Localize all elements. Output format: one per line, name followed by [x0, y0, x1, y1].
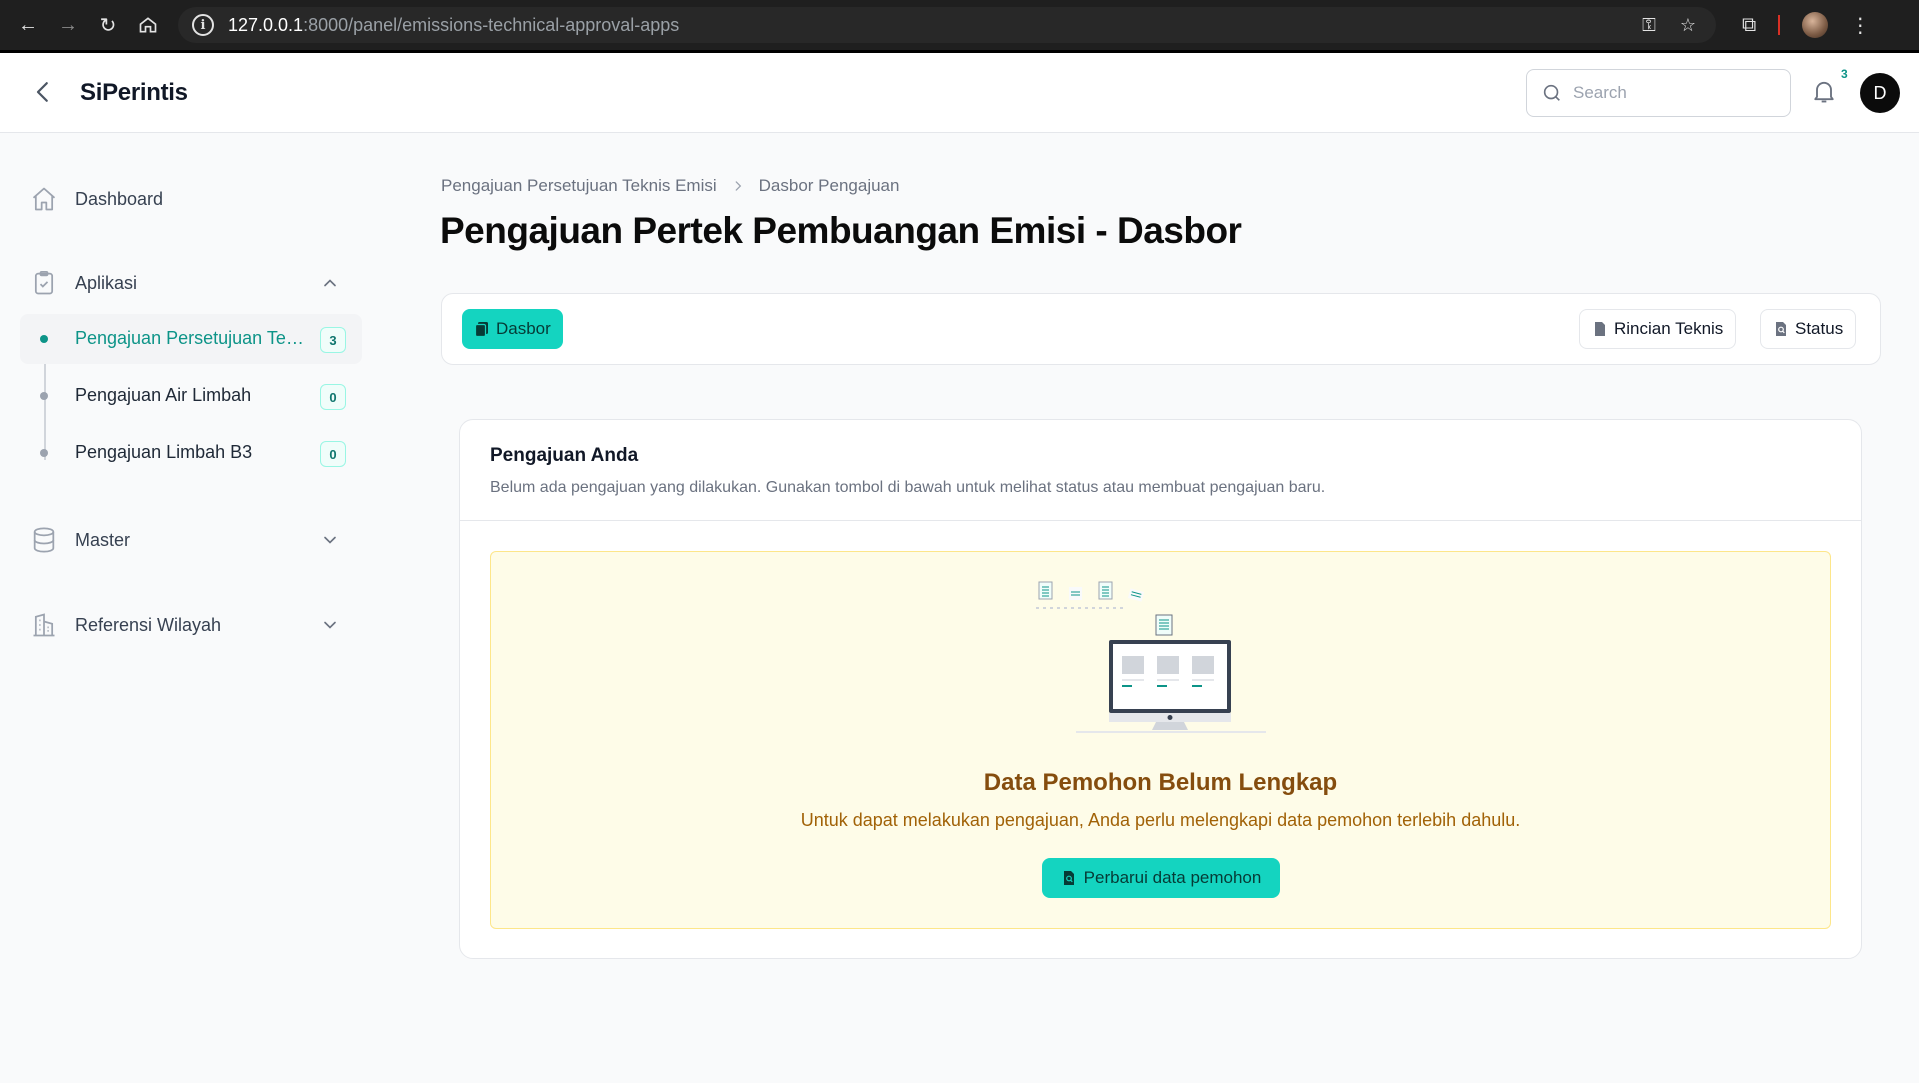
notice-title: Data Pemohon Belum Lengkap [983, 769, 1338, 796]
sidebar-item-dashboard[interactable]: Dashboard [20, 174, 360, 224]
sidebar-item-pengajuan-emisi[interactable]: Pengajuan Persetujuan Teknis Emisi 3 [20, 314, 362, 364]
breadcrumb-link[interactable]: Pengajuan Persetujuan Teknis Emisi [441, 176, 717, 196]
browser-reload-icon[interactable]: ↻ [88, 5, 128, 45]
bullet-dot [40, 449, 48, 457]
bookmark-star-icon[interactable]: ☆ [1680, 15, 1696, 36]
chevron-down-icon [324, 621, 336, 629]
divider [1778, 15, 1781, 35]
tab-label: Dasbor [496, 319, 551, 338]
document-duplicate-icon [474, 322, 488, 337]
search-icon [1543, 84, 1560, 101]
tab-label: Status [1795, 319, 1844, 338]
card-description: Belum ada pengajuan yang dilakukan. Guna… [490, 479, 1326, 496]
tab-rincian-teknis[interactable]: Rincian Teknis [1579, 309, 1737, 349]
sidebar-group-referensi-wilayah[interactable]: Referensi Wilayah [20, 600, 360, 650]
clipboard-check-icon [34, 271, 54, 295]
global-search[interactable] [1526, 69, 1791, 117]
sidebar-item-limbah-b3[interactable]: Pengajuan Limbah B3 0 [20, 428, 362, 478]
breadcrumb: Pengajuan Persetujuan Teknis Emisi Dasbo… [441, 176, 899, 196]
sidebar-item-air-limbah[interactable]: Pengajuan Air Limbah 0 [20, 371, 362, 421]
count-badge: 3 [320, 327, 346, 353]
sidebar-item-label: Dashboard [75, 188, 164, 209]
notifications-bell-icon[interactable] [1810, 77, 1840, 107]
submissions-card: Pengajuan Anda Belum ada pengajuan yang … [459, 419, 1862, 959]
sidebar-item-label: Pengajuan Air Limbah [75, 385, 252, 405]
page-tabs: Dasbor Rincian Teknis Status [441, 293, 1881, 365]
home-icon [32, 187, 56, 211]
sidebar-item-label: Pengajuan Limbah B3 [75, 442, 253, 462]
card-header: Pengajuan Anda Belum ada pengajuan yang … [460, 420, 1861, 521]
chevron-down-icon [324, 536, 336, 544]
tab-label: Rincian Teknis [1614, 319, 1724, 338]
update-applicant-data-button[interactable]: Perbarui data pemohon [1042, 858, 1280, 898]
tab-status[interactable]: Status [1760, 309, 1857, 349]
app-brand[interactable]: SiPerintis [80, 79, 188, 107]
document-magnifier-icon [1776, 322, 1786, 336]
notice-description: Untuk dapat melakukan pengajuan, Anda pe… [800, 810, 1521, 830]
card-title: Pengajuan Anda [490, 445, 639, 466]
address-bar[interactable]: i 127.0.0.1:8000/panel/emissions-technic… [178, 7, 1716, 43]
document-magnifier-icon [1063, 871, 1074, 885]
password-key-icon[interactable]: ⚿ [1642, 15, 1656, 36]
site-info-icon[interactable]: i [192, 14, 214, 36]
sidebar-group-label: Aplikasi [75, 272, 138, 293]
sidebar-group-label: Referensi Wilayah [75, 614, 222, 635]
computer-documents-illustration [1036, 581, 1266, 733]
document-icon [1595, 322, 1605, 336]
browser-back-icon[interactable]: ← [8, 5, 48, 45]
sidebar-group-master[interactable]: Master [20, 515, 360, 565]
incomplete-data-notice: Data Pemohon Belum Lengkap Untuk dapat m… [490, 551, 1831, 929]
url-path: :8000/panel/emissions-technical-approval… [303, 14, 680, 35]
count-badge: 0 [320, 441, 346, 467]
bullet-dot [40, 392, 48, 400]
button-label: Perbarui data pemohon [1083, 868, 1262, 887]
user-avatar[interactable]: D [1860, 73, 1900, 113]
page-title: Pengajuan Pertek Pembuangan Emisi - Dasb… [440, 210, 1242, 251]
breadcrumb-current: Dasbor Pengajuan [758, 176, 900, 195]
collapse-sidebar-chevron-left-icon[interactable] [28, 77, 58, 107]
sidebar-group-label: Master [75, 529, 131, 550]
profile-avatar[interactable] [1802, 12, 1829, 38]
chevron-right-icon [735, 181, 741, 191]
url-host: 127.0.0.1 [228, 14, 304, 35]
sidebar-item-label: Pengajuan Persetujuan Teknis Emisi [75, 328, 310, 348]
chevron-up-icon [324, 279, 336, 287]
app-topbar: SiPerintis 3 D [0, 53, 1919, 133]
sidebar: Dashboard Aplikasi Pengajuan Persetujuan… [0, 134, 370, 1083]
tab-dasbor[interactable]: Dasbor [462, 309, 563, 349]
building-office-icon [33, 613, 55, 637]
database-icon [33, 527, 55, 553]
browser-home-icon[interactable] [128, 5, 168, 45]
sidebar-group-aplikasi[interactable]: Aplikasi [20, 258, 360, 308]
active-dot [40, 335, 48, 343]
notification-count-badge: 3 [1841, 67, 1848, 81]
browser-forward-icon[interactable]: → [48, 5, 88, 45]
extensions-icon[interactable]: ⧉ [1742, 14, 1756, 37]
count-badge: 0 [320, 384, 346, 410]
search-input[interactable] [1573, 83, 1773, 103]
browser-menu-icon[interactable]: ⋮ [1850, 13, 1870, 38]
browser-toolbar: ← → ↻ i 127.0.0.1:8000/panel/emissions-t… [0, 0, 1919, 50]
